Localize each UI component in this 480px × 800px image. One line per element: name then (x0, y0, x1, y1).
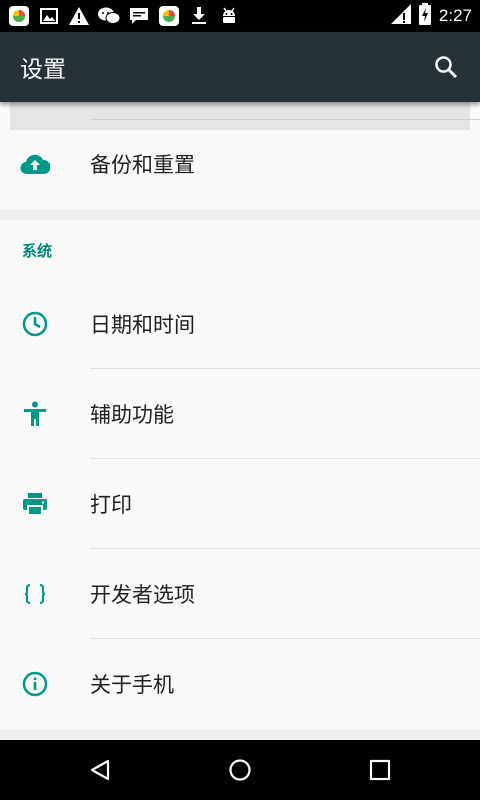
settings-item-label: 开发者选项 (90, 583, 195, 607)
page-title: 设置 (20, 57, 66, 83)
app-toolbar: 设置 (0, 32, 480, 102)
settings-item-printing[interactable]: 打印 (0, 459, 480, 549)
navigation-bar (0, 740, 480, 800)
settings-item-label: 关于手机 (90, 673, 174, 697)
braces-icon (20, 579, 50, 609)
settings-item-label: 日期和时间 (90, 313, 195, 337)
download-icon (188, 5, 210, 27)
clock-icon (20, 309, 50, 339)
settings-item-backup-reset[interactable]: 备份和重置 (0, 119, 480, 209)
settings-item-label: 打印 (90, 493, 132, 517)
cloud-upload-icon (20, 149, 50, 179)
notification-icons (8, 5, 240, 27)
recents-icon[interactable] (364, 754, 396, 786)
home-icon[interactable] (224, 754, 256, 786)
clock: 2:27 (438, 6, 472, 25)
back-icon[interactable] (84, 754, 116, 786)
info-icon (20, 669, 50, 699)
divider (90, 119, 480, 120)
settings-item-developer-options[interactable]: 开发者选项 (0, 549, 480, 639)
settings-item-accessibility[interactable]: 辅助功能 (0, 369, 480, 459)
printer-icon (20, 489, 50, 519)
message-icon (128, 5, 150, 27)
battery-charging-icon (418, 3, 431, 29)
settings-item-label: 备份和重置 (90, 153, 195, 177)
search-icon[interactable] (432, 53, 460, 81)
accessibility-icon (20, 399, 50, 429)
settings-item-label: 辅助功能 (90, 403, 174, 427)
settings-item-date-time[interactable]: 日期和时间 (0, 279, 480, 369)
section-header: 系统 (22, 242, 53, 260)
android-icon (218, 5, 240, 27)
warning-icon (68, 5, 90, 27)
settings-card-system: 系统 日期和时间 辅助功能 打印 开发者选项 关于手机 (0, 220, 480, 730)
wifi-icon (390, 4, 411, 28)
shade-remnant (10, 102, 470, 130)
app-icon (158, 5, 180, 27)
status-bar: 2:27 (0, 0, 480, 32)
image-icon (38, 5, 60, 27)
wechat-icon (98, 5, 120, 27)
settings-item-about-phone[interactable]: 关于手机 (0, 639, 480, 729)
app-icon (8, 5, 30, 27)
